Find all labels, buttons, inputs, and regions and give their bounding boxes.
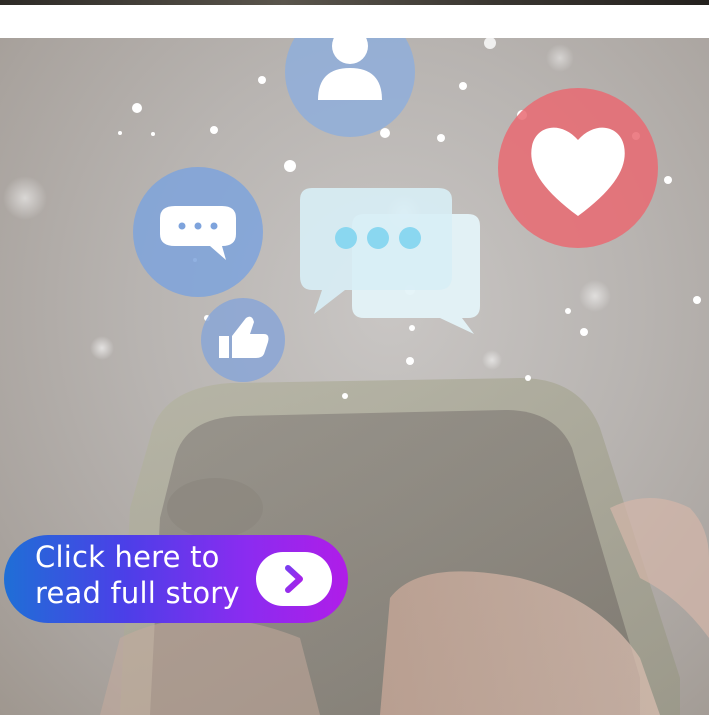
chevron-right-icon [285, 565, 303, 593]
user-icon [285, 38, 415, 137]
cta-label: Click here to read full story [35, 539, 240, 611]
top-image-strip [0, 0, 709, 5]
cta-arrow-button[interactable] [256, 552, 332, 606]
chat-bubble-icon [133, 167, 263, 297]
cta-label-line2: read full story [35, 576, 240, 610]
cta-label-line1: Click here to [35, 540, 220, 574]
hero-image: Click here to read full story [0, 38, 709, 715]
thumbs-up-icon [201, 298, 285, 382]
message-icon [300, 188, 480, 334]
read-full-story-button[interactable]: Click here to read full story [4, 535, 348, 623]
heart-icon [498, 88, 658, 248]
